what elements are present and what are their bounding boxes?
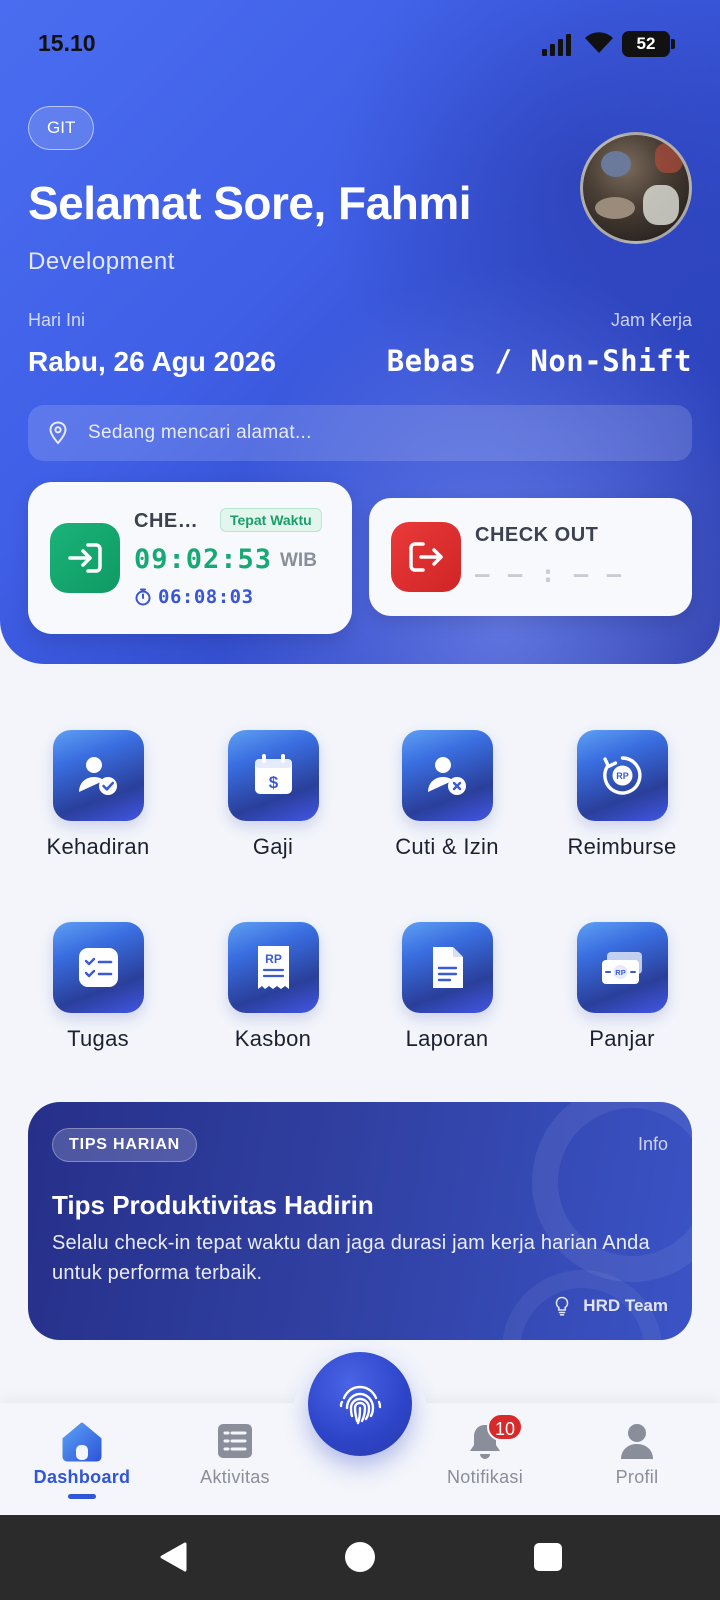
- nav-label: Notifikasi: [446, 1467, 524, 1487]
- menu-gaji[interactable]: $ Gaji: [193, 730, 353, 870]
- user-check-icon: [53, 730, 144, 821]
- task-list-icon: [53, 922, 144, 1013]
- active-indicator: [68, 1494, 96, 1499]
- tips-card[interactable]: TIPS HARIAN Info Tips Produktivitas Hadi…: [28, 1102, 692, 1340]
- work-duration: 06:08:03: [158, 586, 254, 608]
- document-icon: [402, 922, 493, 1013]
- menu-laporan[interactable]: Laporan: [367, 922, 527, 1062]
- signal-icon: [542, 34, 571, 56]
- user-leave-icon: [402, 730, 493, 821]
- today-label: Hari Ini: [28, 310, 86, 330]
- avatar[interactable]: [580, 132, 692, 244]
- check-in-time: 09:02:53: [134, 544, 273, 575]
- tips-author: HRD Team: [583, 1296, 668, 1315]
- nav-profil[interactable]: Profil: [557, 1403, 717, 1515]
- menu-kehadiran[interactable]: Kehadiran: [18, 730, 178, 870]
- nav-dashboard[interactable]: Dashboard: [2, 1403, 162, 1515]
- cash-icon: RP: [577, 922, 668, 1013]
- login-icon: [50, 523, 120, 593]
- reimburse-icon: RP: [577, 730, 668, 821]
- nav-label: Dashboard: [33, 1467, 131, 1487]
- fingerprint-icon: [339, 1385, 382, 1425]
- tips-badge: TIPS HARIAN: [52, 1128, 198, 1162]
- svg-text:RP: RP: [615, 968, 625, 977]
- stopwatch-icon: [135, 588, 151, 606]
- lightbulb-icon: [555, 1296, 569, 1316]
- recent-apps-icon[interactable]: [534, 1543, 562, 1571]
- work-hours-value: Bebas / Non-Shift: [386, 344, 692, 378]
- menu-panjar[interactable]: RP Panjar: [542, 922, 702, 1062]
- fingerprint-button[interactable]: [308, 1352, 412, 1456]
- today-date: Rabu, 26 Agu 2026: [28, 346, 276, 377]
- menu-label: Tugas: [67, 1026, 129, 1051]
- logout-icon: [391, 522, 461, 592]
- back-icon[interactable]: [158, 1541, 188, 1573]
- menu-label: Reimburse: [567, 834, 677, 859]
- notification-count-badge: 10: [487, 1413, 523, 1441]
- list-icon: [218, 1424, 252, 1458]
- location-bar[interactable]: Sedang mencari alamat...: [28, 405, 692, 461]
- check-out-title: CHECK OUT: [475, 524, 599, 546]
- svg-text:RP: RP: [616, 771, 629, 781]
- status-bar: 15.10 52: [0, 0, 720, 88]
- tips-body: Selalu check-in tepat waktu dan jaga dur…: [52, 1232, 650, 1284]
- person-icon: [621, 1424, 653, 1459]
- nav-label: Profil: [615, 1467, 659, 1487]
- menu-label: Cuti & Izin: [395, 834, 499, 859]
- home-button-icon[interactable]: [345, 1542, 375, 1572]
- menu-label: Laporan: [405, 1026, 489, 1051]
- company-badge: GIT: [28, 106, 95, 150]
- salary-calendar-icon: $: [228, 730, 319, 821]
- menu-kasbon[interactable]: RP Kasbon: [193, 922, 353, 1062]
- menu-label: Kasbon: [234, 1026, 312, 1051]
- location-pin-icon: [49, 421, 67, 445]
- location-text: Sedang mencari alamat...: [88, 422, 312, 443]
- receipt-icon: RP: [228, 922, 319, 1013]
- svg-text:$: $: [269, 773, 279, 792]
- battery-indicator: 52: [622, 31, 675, 57]
- on-time-badge: Tepat Waktu: [220, 508, 322, 532]
- menu-label: Panjar: [589, 1026, 655, 1051]
- check-in-card[interactable]: CHECK IN Tepat Waktu 09:02:53 WIB 06:08:…: [28, 482, 352, 634]
- header-hero: GIT Selamat Sore, Fahmi Development Hari…: [0, 0, 720, 664]
- home-icon: [62, 1422, 102, 1462]
- greeting-title: Selamat Sore, Fahmi: [28, 177, 472, 229]
- menu-reimburse[interactable]: RP Reimburse: [542, 730, 702, 870]
- tips-title: Tips Produktivitas Hadirin: [52, 1190, 374, 1220]
- system-navigation-bar: [0, 1515, 720, 1600]
- wifi-icon: [585, 32, 613, 53]
- svg-text:RP: RP: [265, 952, 282, 966]
- menu-cuti-izin[interactable]: Cuti & Izin: [367, 730, 527, 870]
- menu-label: Kehadiran: [46, 834, 150, 859]
- nav-notifikasi[interactable]: 10 Notifikasi: [405, 1403, 565, 1515]
- department-label: Development: [28, 248, 175, 275]
- menu-tugas[interactable]: Tugas: [18, 922, 178, 1062]
- check-in-title: CHECK IN: [134, 510, 212, 532]
- check-in-timezone: WIB: [280, 550, 317, 571]
- tips-info-link[interactable]: Info: [638, 1134, 668, 1155]
- nav-label: Aktivitas: [200, 1467, 270, 1487]
- status-time: 15.10: [38, 30, 96, 56]
- menu-label: Gaji: [252, 834, 294, 859]
- work-hours-label: Jam Kerja: [610, 310, 692, 330]
- check-out-card[interactable]: CHECK OUT — — : — —: [369, 498, 692, 616]
- check-out-time: — — : — —: [475, 560, 624, 588]
